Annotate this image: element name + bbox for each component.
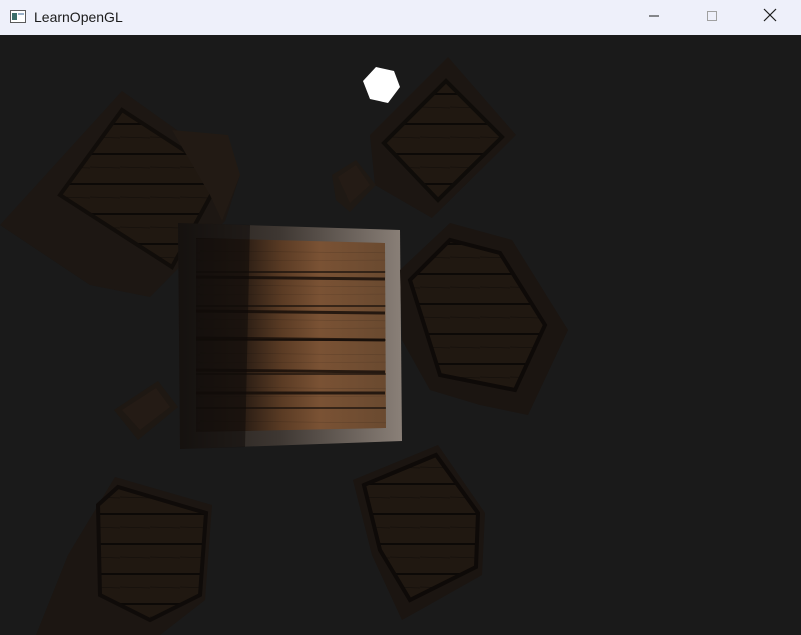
minimize-icon: [648, 9, 660, 27]
app-window: LearnOpenGL: [0, 0, 801, 635]
minimize-button[interactable]: [625, 0, 683, 35]
close-button[interactable]: [741, 0, 799, 35]
window-title: LearnOpenGL: [34, 9, 123, 25]
maximize-icon: [706, 9, 718, 27]
title-bar[interactable]: LearnOpenGL: [0, 0, 801, 35]
scene-canvas: [0, 35, 801, 635]
crate-main-lit: [178, 223, 402, 449]
maximize-button[interactable]: [683, 0, 741, 35]
opengl-viewport[interactable]: [0, 35, 801, 635]
window-app-icon: [10, 10, 26, 23]
close-icon: [763, 8, 777, 27]
